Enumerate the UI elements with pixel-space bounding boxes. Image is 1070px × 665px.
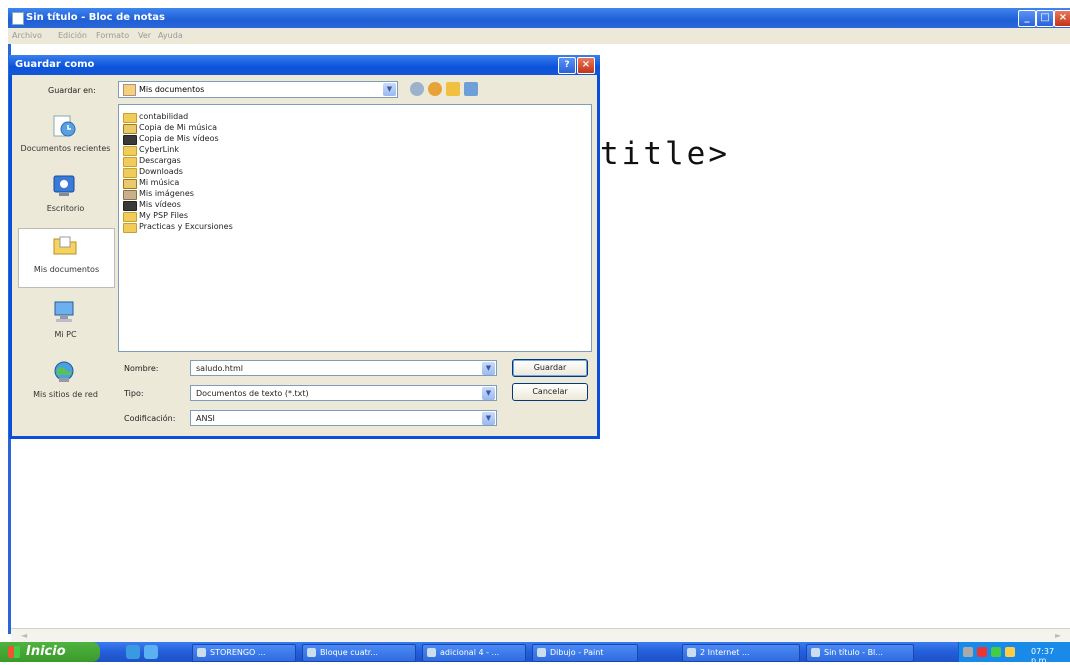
app-icon: [197, 648, 206, 657]
my-documents-icon: [53, 236, 77, 255]
paint-icon: [537, 648, 546, 657]
menu-formato[interactable]: Formato: [96, 31, 129, 40]
antivirus-icon[interactable]: [977, 647, 987, 657]
notepad-menu-bar: Archivo Edición Formato Ver Ayuda: [8, 28, 1070, 44]
menu-edicion[interactable]: Edición: [58, 31, 87, 40]
look-in-label: Guardar en:: [48, 86, 96, 95]
recent-documents-icon: [53, 115, 76, 137]
taskbar-item[interactable]: Dibujo - Paint: [532, 644, 638, 662]
file-list[interactable]: contabilidad Copia de Mi música Copia de…: [118, 104, 592, 352]
taskbar-item[interactable]: Bloque cuatr...: [302, 644, 416, 662]
close-button[interactable]: ×: [1054, 10, 1070, 27]
place-label: Mi PC: [54, 330, 77, 339]
chevron-down-icon[interactable]: ▼: [482, 412, 495, 425]
back-icon[interactable]: [410, 82, 424, 96]
notepad-icon: [811, 648, 820, 657]
place-recent-documents[interactable]: Documentos recientes: [18, 110, 113, 166]
desktop-icon: [53, 175, 75, 196]
place-network[interactable]: Mis sitios de red: [18, 356, 113, 406]
place-label: Mis sitios de red: [33, 390, 98, 399]
pictures-folder-icon: [123, 190, 137, 200]
video-folder-icon: [123, 201, 137, 211]
horizontal-scrollbar[interactable]: ◄ ►: [11, 628, 1070, 643]
notepad-icon: [12, 12, 24, 25]
folder-icon: [123, 157, 137, 167]
start-label: Inicio: [26, 644, 66, 659]
folder-icon: [123, 168, 137, 178]
taskbar: Inicio STORENGO ... Bloque cuatr... adic…: [0, 642, 1070, 665]
type-label: Tipo:: [124, 389, 144, 398]
video-folder-icon: [123, 135, 137, 145]
place-my-computer[interactable]: Mi PC: [18, 296, 113, 346]
show-desktop-icon[interactable]: [144, 645, 158, 659]
cancel-button[interactable]: Cancelar: [512, 383, 588, 401]
notepad-title: Sin título - Bloc de notas: [26, 12, 165, 23]
scroll-left-icon[interactable]: ◄: [21, 631, 27, 640]
taskbar-item[interactable]: STORENGO ...: [192, 644, 296, 662]
clock: 07:37 p.m.: [1031, 647, 1055, 665]
taskbar-item[interactable]: Sin título - Bl...: [806, 644, 914, 662]
place-desktop[interactable]: Escritorio: [18, 170, 113, 218]
folder-icon: [123, 146, 137, 156]
help-button[interactable]: ?: [558, 57, 576, 74]
places-bar: Documentos recientes Escritorio Mis docu…: [18, 104, 115, 410]
maximize-button[interactable]: □: [1036, 10, 1054, 27]
menu-ver[interactable]: Ver: [138, 31, 151, 40]
place-label: Documentos recientes: [20, 144, 111, 153]
views-menu-icon[interactable]: [464, 82, 478, 96]
file-type-value: Documentos de texto (*.txt): [196, 389, 309, 398]
encoding-value: ANSI: [196, 414, 215, 423]
place-label: Escritorio: [46, 204, 85, 213]
volume-icon[interactable]: [1005, 647, 1015, 657]
music-folder-icon: [123, 179, 137, 189]
app-icon: [427, 648, 436, 657]
tray-arrow-icon[interactable]: [963, 647, 973, 657]
start-button[interactable]: Inicio: [0, 642, 100, 662]
encoding-select[interactable]: ANSI ▼: [190, 410, 497, 426]
up-folder-icon[interactable]: [428, 82, 442, 96]
network-icon[interactable]: [991, 647, 1001, 657]
file-type-select[interactable]: Documentos de texto (*.txt) ▼: [190, 385, 497, 401]
menu-archivo[interactable]: Archivo: [12, 31, 42, 40]
menu-ayuda[interactable]: Ayuda: [158, 31, 183, 40]
network-places-icon: [54, 361, 74, 382]
dialog-title: Guardar como: [15, 59, 95, 70]
save-button[interactable]: Guardar: [512, 359, 588, 377]
chevron-down-icon[interactable]: ▼: [482, 362, 495, 375]
look-in-dropdown[interactable]: Mis documentos ▼: [118, 81, 398, 98]
notepad-title-bar: Sin título - Bloc de notas _ □ ×: [8, 8, 1070, 28]
scroll-right-icon[interactable]: ►: [1055, 631, 1061, 640]
app-icon: [307, 648, 316, 657]
folder-icon: [123, 223, 137, 233]
internet-explorer-icon: [687, 648, 696, 657]
windows-logo-icon: [8, 646, 20, 658]
encoding-label: Codificación:: [124, 414, 176, 423]
folder-icon: [123, 84, 136, 96]
dialog-close-button[interactable]: ×: [577, 57, 595, 74]
dialog-title-bar: Guardar como ? ×: [9, 55, 600, 75]
filename-input[interactable]: saludo.html ▼: [190, 360, 497, 376]
music-folder-icon: [123, 124, 137, 134]
chevron-down-icon[interactable]: ▼: [383, 83, 396, 96]
internet-explorer-icon[interactable]: [126, 645, 140, 659]
notepad-text: title>: [600, 136, 730, 172]
new-folder-icon[interactable]: [446, 82, 460, 96]
chevron-down-icon[interactable]: ▼: [482, 387, 495, 400]
place-label: Mis documentos: [33, 265, 100, 274]
my-computer-icon: [54, 301, 74, 322]
place-my-documents[interactable]: Mis documentos: [18, 228, 115, 288]
look-in-value: Mis documentos: [139, 85, 205, 94]
taskbar-item[interactable]: 2 Internet ...: [682, 644, 800, 662]
system-tray: 07:37 p.m.: [958, 642, 1070, 665]
filename-value: saludo.html: [196, 364, 243, 373]
filename-label: Nombre:: [124, 364, 159, 373]
folder-icon: [123, 113, 137, 123]
taskbar-item[interactable]: adicional 4 - ...: [422, 644, 526, 662]
folder-icon: [123, 212, 137, 222]
minimize-button[interactable]: _: [1018, 10, 1036, 27]
